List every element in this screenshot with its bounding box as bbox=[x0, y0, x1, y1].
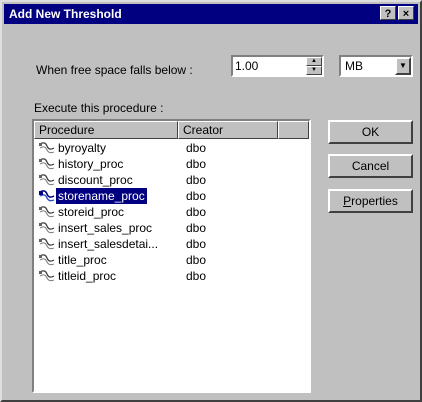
threshold-value-input[interactable] bbox=[235, 58, 305, 74]
window-title: Add New Threshold bbox=[9, 7, 122, 21]
spin-up-button[interactable]: ▲ bbox=[306, 57, 322, 66]
procedure-name: insert_salesdetai... bbox=[58, 237, 159, 251]
procedure-name: byroyalty bbox=[58, 141, 107, 155]
procedure-creator: dbo bbox=[186, 157, 207, 171]
procedure-name: storeid_proc bbox=[58, 205, 125, 219]
threshold-value-spinner[interactable]: ▲ ▼ bbox=[231, 55, 324, 77]
properties-label: roperties bbox=[351, 194, 398, 208]
stored-procedure-icon bbox=[38, 253, 56, 267]
procedure-name: storename_proc bbox=[56, 188, 147, 204]
procedure-creator: dbo bbox=[186, 221, 207, 235]
help-button[interactable]: ? bbox=[380, 6, 396, 20]
stored-procedure-icon bbox=[38, 141, 56, 155]
properties-mnemonic: P bbox=[343, 194, 352, 208]
procedure-list[interactable]: Procedure Creator byroyalty dbo history_pr… bbox=[32, 119, 311, 393]
procedure-creator: dbo bbox=[186, 189, 207, 203]
procedure-name: history_proc bbox=[58, 157, 124, 171]
ok-button[interactable]: OK bbox=[328, 120, 413, 144]
column-header-procedure[interactable]: Procedure bbox=[34, 121, 178, 139]
stored-procedure-icon bbox=[38, 221, 56, 235]
procedure-name: insert_sales_proc bbox=[58, 221, 153, 235]
list-header: Procedure Creator bbox=[34, 121, 309, 139]
stored-procedure-icon bbox=[38, 205, 56, 219]
table-row[interactable]: titleid_proc dbo bbox=[34, 268, 309, 284]
procedure-creator: dbo bbox=[186, 173, 207, 187]
table-row[interactable]: byroyalty dbo bbox=[34, 140, 309, 156]
execute-procedure-label: Execute this procedure : bbox=[34, 101, 164, 115]
table-row[interactable]: title_proc dbo bbox=[34, 252, 309, 268]
procedure-creator: dbo bbox=[186, 269, 207, 283]
procedure-creator: dbo bbox=[186, 141, 207, 155]
stored-procedure-icon bbox=[38, 189, 56, 203]
stored-procedure-icon bbox=[38, 237, 56, 251]
procedure-creator: dbo bbox=[186, 205, 207, 219]
stored-procedure-icon bbox=[38, 269, 56, 283]
column-header-blank[interactable] bbox=[278, 121, 309, 139]
unit-value: MB bbox=[345, 59, 363, 73]
stored-procedure-icon bbox=[38, 157, 56, 171]
table-row[interactable]: discount_proc dbo bbox=[34, 172, 309, 188]
unit-select[interactable]: MB ▼ bbox=[339, 55, 413, 77]
table-row[interactable]: insert_salesdetai... dbo bbox=[34, 236, 309, 252]
procedure-name: titleid_proc bbox=[58, 269, 117, 283]
table-row[interactable]: storename_proc dbo bbox=[34, 188, 309, 204]
procedure-creator: dbo bbox=[186, 237, 207, 251]
procedure-name: discount_proc bbox=[58, 173, 133, 187]
add-new-threshold-dialog: Add New Threshold ? × When free space fa… bbox=[0, 0, 422, 402]
column-header-creator[interactable]: Creator bbox=[178, 121, 278, 139]
chevron-down-icon[interactable]: ▼ bbox=[395, 57, 411, 75]
close-button[interactable]: × bbox=[398, 6, 414, 20]
spin-down-button[interactable]: ▼ bbox=[306, 66, 322, 75]
free-space-label: When free space falls below : bbox=[36, 63, 193, 77]
spinner-buttons: ▲ ▼ bbox=[306, 57, 322, 75]
table-row[interactable]: history_proc dbo bbox=[34, 156, 309, 172]
properties-button[interactable]: Properties bbox=[328, 189, 413, 213]
procedure-name: title_proc bbox=[58, 253, 107, 267]
table-row[interactable]: insert_sales_proc dbo bbox=[34, 220, 309, 236]
title-bar[interactable]: Add New Threshold ? × bbox=[4, 4, 418, 24]
stored-procedure-icon bbox=[38, 173, 56, 187]
cancel-button[interactable]: Cancel bbox=[328, 154, 413, 178]
procedure-creator: dbo bbox=[186, 253, 207, 267]
table-row[interactable]: storeid_proc dbo bbox=[34, 204, 309, 220]
